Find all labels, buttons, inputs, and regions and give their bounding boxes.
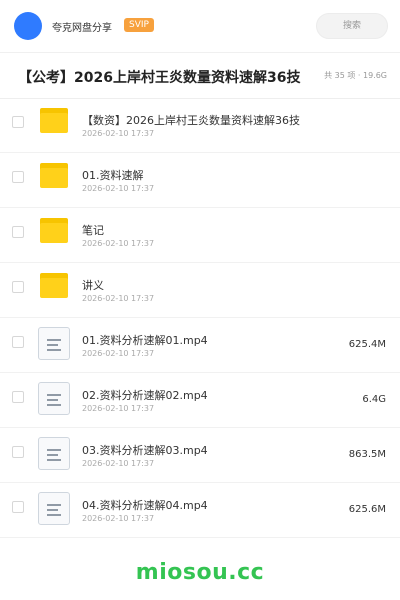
item-date: 2026-02-10 17:37 <box>82 514 155 523</box>
total-size: 19.6G <box>362 71 387 80</box>
item-size: 6.4G <box>362 394 386 405</box>
item-date: 2026-02-10 17:37 <box>82 459 155 468</box>
select-checkbox[interactable] <box>12 116 24 128</box>
video-file-icon <box>38 382 70 415</box>
select-checkbox[interactable] <box>12 171 24 183</box>
search-button[interactable]: 搜索 <box>316 13 388 39</box>
item-count: 共 35 项 <box>324 71 356 80</box>
item-date: 2026-02-10 17:37 <box>82 129 155 138</box>
app-name: 夸克网盘分享 <box>52 23 112 34</box>
folder-icon <box>40 163 68 188</box>
share-title: 【公考】2026上岸村王炎数量资料速解36技 <box>18 70 301 86</box>
item-name: 04.资料分析速解04.mp4 <box>82 499 208 512</box>
item-name: 讲义 <box>82 279 104 292</box>
top-bar: 夸克网盘分享 SVIP 搜索 <box>0 0 400 53</box>
item-date: 2026-02-10 17:37 <box>82 349 155 358</box>
list-item[interactable]: 笔记 2026-02-10 17:37 <box>0 208 400 263</box>
select-checkbox[interactable] <box>12 446 24 458</box>
item-size: 625.6M <box>348 504 386 515</box>
list-item[interactable]: 04.资料分析速解04.mp4 2026-02-10 17:37 625.6M <box>0 483 400 538</box>
select-checkbox[interactable] <box>12 501 24 513</box>
share-title-bar: 【公考】2026上岸村王炎数量资料速解36技 共 35 项 · 19.6G <box>0 53 400 99</box>
avatar[interactable] <box>14 12 42 40</box>
item-name: 01.资料分析速解01.mp4 <box>82 334 208 347</box>
file-list: 【数资】2026上岸村王炎数量资料速解36技 2026-02-10 17:37 … <box>0 98 400 538</box>
item-name: 【数资】2026上岸村王炎数量资料速解36技 <box>82 114 300 127</box>
item-name: 02.资料分析速解02.mp4 <box>82 389 208 402</box>
folder-icon <box>40 218 68 243</box>
folder-icon <box>40 108 68 133</box>
select-checkbox[interactable] <box>12 336 24 348</box>
list-item[interactable]: 【数资】2026上岸村王炎数量资料速解36技 2026-02-10 17:37 <box>0 98 400 153</box>
item-date: 2026-02-10 17:37 <box>82 294 155 303</box>
item-name: 01.资料速解 <box>82 169 144 182</box>
list-item[interactable]: 01.资料速解 2026-02-10 17:37 <box>0 153 400 208</box>
svip-badge: SVIP <box>124 18 154 32</box>
video-file-icon <box>38 492 70 525</box>
item-name: 笔记 <box>82 224 104 237</box>
video-file-icon <box>38 437 70 470</box>
select-checkbox[interactable] <box>12 226 24 238</box>
select-checkbox[interactable] <box>12 281 24 293</box>
video-file-icon <box>38 327 70 360</box>
watermark: miosou.cc <box>135 560 265 585</box>
item-date: 2026-02-10 17:37 <box>82 184 155 193</box>
list-item[interactable]: 讲义 2026-02-10 17:37 <box>0 263 400 318</box>
item-size: 625.4M <box>348 339 386 350</box>
list-item[interactable]: 03.资料分析速解03.mp4 2026-02-10 17:37 863.5M <box>0 428 400 483</box>
item-name: 03.资料分析速解03.mp4 <box>82 444 208 457</box>
stats-separator: · <box>357 71 361 80</box>
folder-icon <box>40 273 68 298</box>
item-date: 2026-02-10 17:37 <box>82 239 155 248</box>
item-date: 2026-02-10 17:37 <box>82 404 155 413</box>
share-stats: 共 35 项 · 19.6G <box>324 70 387 81</box>
item-size: 863.5M <box>348 449 386 460</box>
list-item[interactable]: 01.资料分析速解01.mp4 2026-02-10 17:37 625.4M <box>0 318 400 373</box>
list-item[interactable]: 02.资料分析速解02.mp4 2026-02-10 17:37 6.4G <box>0 373 400 428</box>
select-checkbox[interactable] <box>12 391 24 403</box>
